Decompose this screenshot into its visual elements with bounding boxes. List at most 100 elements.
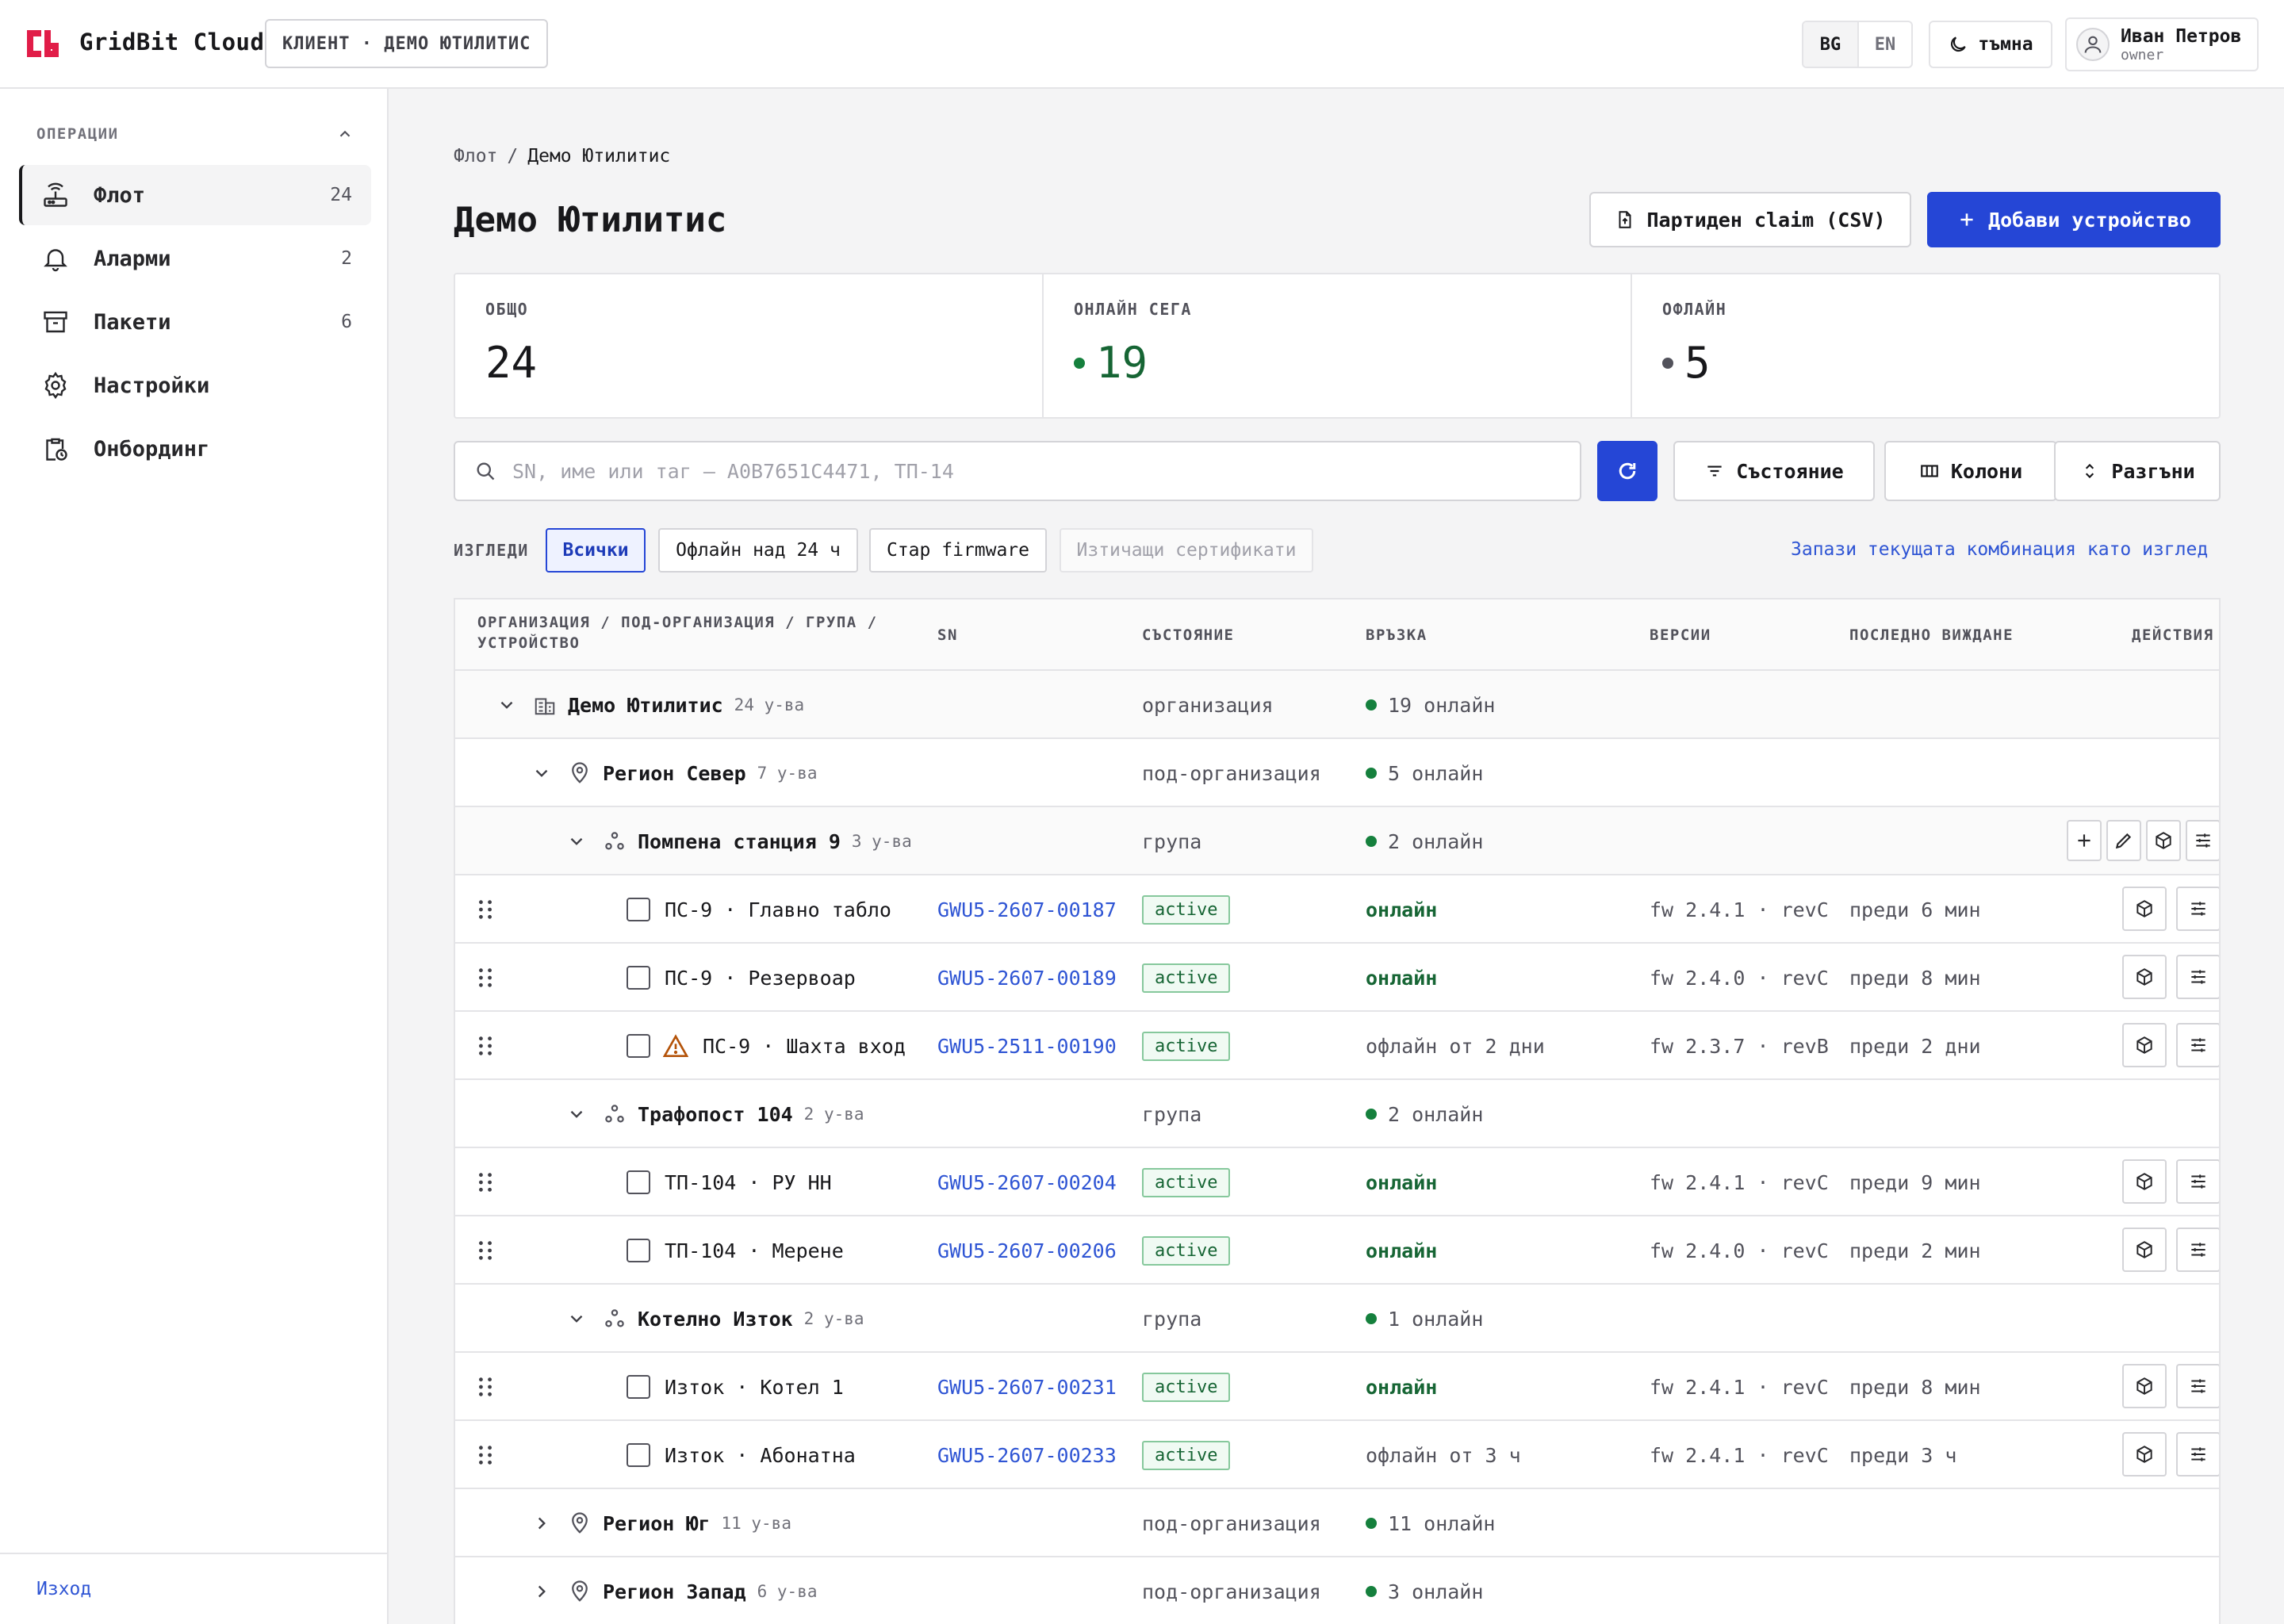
settings-button[interactable]	[2176, 1432, 2219, 1477]
device-row[interactable]: ТП-104 · Мерене GWU5-2607-00206 active онла…	[455, 1216, 2219, 1285]
row-name[interactable]: Трафопост 104 2 у-ва	[638, 1080, 864, 1148]
device-name[interactable]: ПС-9 · Главно табло	[665, 875, 891, 944]
row-name[interactable]: Помпена станция 93 у-ва	[638, 807, 912, 875]
packages-button[interactable]	[2122, 1432, 2167, 1477]
logout-link[interactable]: Изход	[0, 1553, 387, 1624]
device-checkbox[interactable]	[627, 1443, 650, 1467]
sidebar-item-fleet[interactable]: Флот 24	[19, 165, 371, 225]
expand-button[interactable]: Разгъни	[2054, 441, 2221, 501]
settings-button[interactable]	[2186, 820, 2219, 861]
drag-handle-icon[interactable]	[476, 1377, 495, 1397]
device-sn-link[interactable]: GWU5-2607-00206	[937, 1216, 1117, 1285]
refresh-button[interactable]	[1597, 441, 1657, 501]
device-name[interactable]: Изток · Котел 1	[665, 1353, 844, 1421]
settings-button[interactable]	[2176, 1228, 2219, 1272]
row-name[interactable]: Регион Юг 11 у-ва	[603, 1489, 791, 1557]
drag-handle-icon[interactable]	[476, 1036, 495, 1056]
packages-button[interactable]	[2122, 1023, 2167, 1067]
device-name[interactable]: Изток · Абонатна	[665, 1421, 856, 1489]
device-row[interactable]: Изток · Абонатна GWU5-2607-00233 active офл…	[455, 1421, 2219, 1489]
device-checkbox[interactable]	[627, 1375, 650, 1399]
device-checkbox[interactable]	[627, 966, 650, 990]
save-view-link[interactable]: Запази текущата комбинация като изглед	[1791, 539, 2208, 560]
settings-button[interactable]	[2176, 955, 2219, 999]
device-checkbox[interactable]	[627, 1239, 650, 1262]
sidebar-item-alarms[interactable]: Аларми 2	[19, 228, 371, 289]
expand-toggle[interactable]	[531, 1489, 552, 1557]
device-checkbox[interactable]	[627, 1034, 650, 1058]
device-row[interactable]: Изток · Котел 1 GWU5-2607-00231 active онла…	[455, 1353, 2219, 1421]
edit-button[interactable]	[2106, 820, 2141, 861]
sidebar-item-settings[interactable]: Настройки	[19, 355, 371, 416]
row-name[interactable]: Демо Ютилитис 24 у-ва	[568, 671, 804, 739]
row-checkbox[interactable]	[627, 1353, 650, 1421]
add-child-button[interactable]	[2067, 820, 2102, 861]
drag-handle-icon[interactable]	[476, 899, 495, 920]
columns-button[interactable]: Колони	[1884, 441, 2057, 501]
drag-handle-icon[interactable]	[476, 1240, 495, 1261]
row-name[interactable]: Регион Север 7 у-ва	[603, 739, 817, 807]
row-checkbox[interactable]	[627, 1012, 650, 1080]
row-name[interactable]: Котелно Изток 2 у-ва	[638, 1285, 864, 1353]
device-name[interactable]: ПС-9 · Шахта вход	[703, 1012, 906, 1080]
client-chip[interactable]: КЛИЕНТ · ДЕМО ЮТИЛИТИС	[265, 19, 549, 68]
settings-button[interactable]	[2176, 1159, 2219, 1204]
device-row[interactable]: ПС-9 · Шахта вход GWU5-2511-00190 active оф…	[455, 1012, 2219, 1080]
settings-button[interactable]	[2176, 887, 2219, 931]
expand-toggle[interactable]	[566, 1285, 587, 1353]
row-checkbox[interactable]	[627, 1216, 650, 1285]
user-menu[interactable]: Иван Петров owner	[2065, 17, 2259, 71]
view-chip-old-firmware[interactable]: Стар firmware	[869, 528, 1047, 573]
expand-toggle[interactable]	[566, 1080, 587, 1148]
group-row[interactable]: Котелно Изток 2 у-ва група 1 онлайн	[455, 1285, 2219, 1353]
org-row[interactable]: Демо Ютилитис 24 у-ва организация 19 онлайн	[455, 671, 2219, 739]
device-sn-link[interactable]: GWU5-2607-00231	[937, 1353, 1117, 1421]
expand-toggle[interactable]	[531, 1557, 552, 1624]
device-sn-link[interactable]: GWU5-2607-00204	[937, 1148, 1117, 1216]
device-sn-link[interactable]: GWU5-2607-00189	[937, 944, 1117, 1012]
device-sn-link[interactable]: GWU5-2607-00187	[937, 875, 1117, 944]
device-name[interactable]: ПС-9 · Резервоар	[665, 944, 856, 1012]
theme-toggle-button[interactable]: тъмна	[1929, 21, 2052, 68]
packages-button[interactable]	[2122, 1159, 2167, 1204]
suborg-row[interactable]: Регион Юг 11 у-ва под-организация 11 онлайн	[455, 1489, 2219, 1557]
device-row[interactable]: ПС-9 · Резервоар GWU5-2607-00189 active онл…	[455, 944, 2219, 1012]
device-checkbox[interactable]	[627, 898, 650, 921]
row-checkbox[interactable]	[627, 944, 650, 1012]
packages-button[interactable]	[2122, 1228, 2167, 1272]
row-name[interactable]: Регион Запад 6 у-ва	[603, 1557, 817, 1624]
brand-name[interactable]: GridBit Cloud	[79, 29, 264, 56]
packages-button[interactable]	[2146, 820, 2181, 861]
row-checkbox[interactable]	[627, 1421, 650, 1489]
device-sn-link[interactable]: GWU5-2511-00190	[937, 1012, 1117, 1080]
add-device-button[interactable]: Добави устройство	[1927, 192, 2221, 247]
sidebar-section-operations[interactable]: ОПЕРАЦИИ	[36, 125, 354, 143]
packages-button[interactable]	[2122, 887, 2167, 931]
lang-bg-button[interactable]: BG	[1803, 22, 1857, 67]
drag-handle-icon[interactable]	[476, 1172, 495, 1193]
search-input[interactable]	[512, 459, 1543, 483]
device-sn-link[interactable]: GWU5-2607-00233	[937, 1421, 1117, 1489]
view-chip-offline-24h[interactable]: Офлайн над 24 ч	[658, 528, 858, 573]
group-row[interactable]: Помпена станция 93 у-ва група 2 онлайн	[455, 807, 2219, 875]
settings-button[interactable]	[2176, 1364, 2219, 1408]
state-filter-button[interactable]: Състояние	[1673, 441, 1875, 501]
breadcrumb-fleet[interactable]: Флот	[454, 146, 497, 167]
view-chip-expiring-certs[interactable]: Изтичащи сертификати	[1060, 528, 1313, 573]
view-chip-all[interactable]: Всички	[546, 528, 646, 573]
suborg-row[interactable]: Регион Запад 6 у-ва под-организация 3 онлай…	[455, 1557, 2219, 1624]
device-row[interactable]: ПС-9 · Главно табло GWU5-2607-00187 active…	[455, 875, 2219, 944]
row-checkbox[interactable]	[627, 1148, 650, 1216]
group-row[interactable]: Трафопост 104 2 у-ва група 2 онлайн	[455, 1080, 2219, 1148]
bulk-claim-button[interactable]: Партиден claim (CSV)	[1589, 192, 1911, 247]
device-name[interactable]: ТП-104 · РУ НН	[665, 1148, 832, 1216]
device-row[interactable]: ТП-104 · РУ НН GWU5-2607-00204 active онлай…	[455, 1148, 2219, 1216]
suborg-row[interactable]: Регион Север 7 у-ва под-организация 5 онлай…	[455, 739, 2219, 807]
packages-button[interactable]	[2122, 955, 2167, 999]
expand-toggle[interactable]	[566, 807, 587, 875]
drag-handle-icon[interactable]	[476, 1445, 495, 1465]
sidebar-item-onboarding[interactable]: Онбординг	[19, 419, 371, 479]
sidebar-item-packages[interactable]: Пакети 6	[19, 292, 371, 352]
device-name[interactable]: ТП-104 · Мерене	[665, 1216, 844, 1285]
expand-toggle[interactable]	[531, 739, 552, 807]
